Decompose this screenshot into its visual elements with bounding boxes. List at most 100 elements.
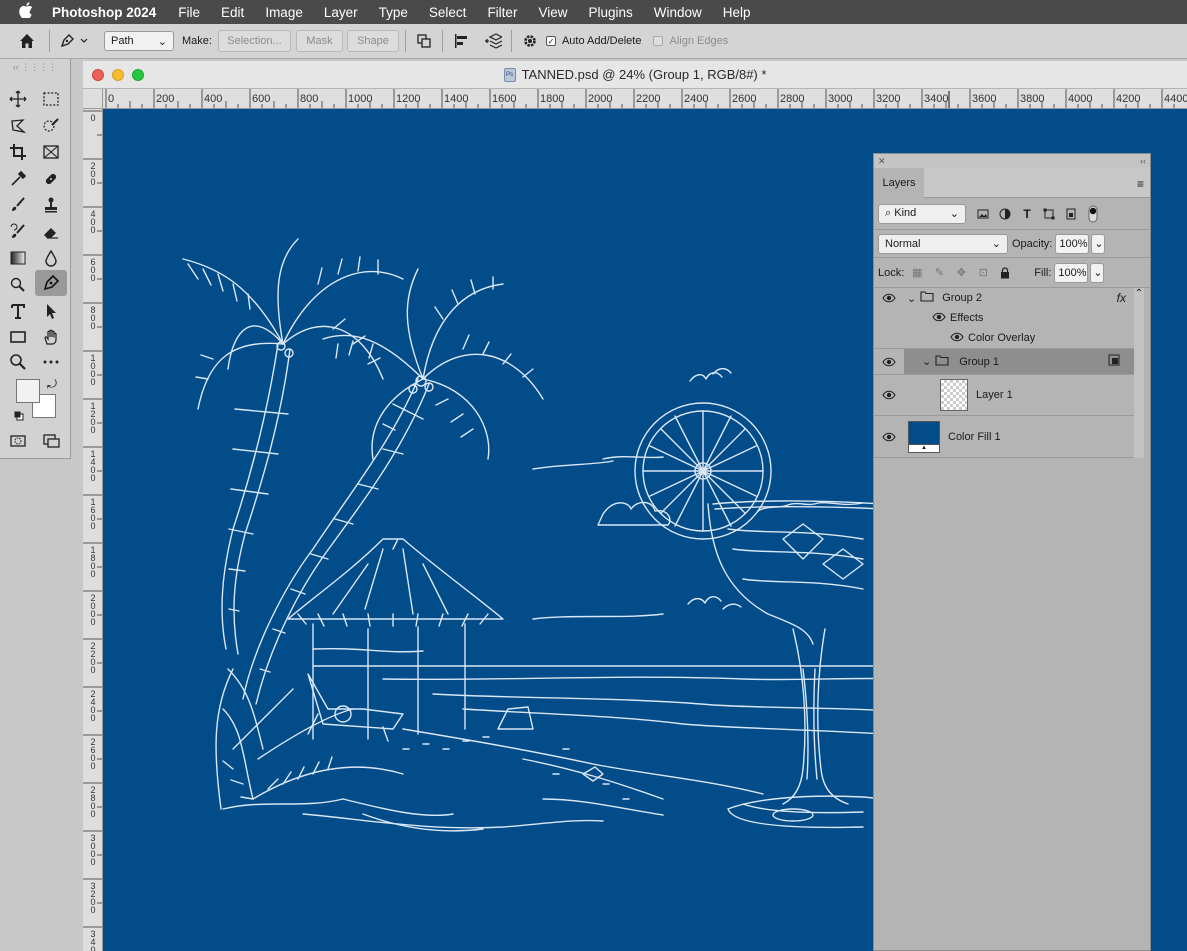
clone-stamp-tool-icon[interactable]	[37, 193, 65, 217]
ruler-h-label: 1600	[492, 93, 517, 105]
menu-file[interactable]: File	[178, 5, 200, 20]
layer-row-group-1[interactable]: ⌄ Group 1	[874, 349, 1134, 375]
ruler-origin[interactable]	[83, 89, 103, 109]
chevron-down-icon[interactable]: ⌄	[907, 292, 916, 305]
apple-icon[interactable]	[0, 2, 52, 22]
pixel-layer-filter-icon[interactable]	[976, 207, 990, 221]
eye-icon[interactable]	[874, 357, 904, 367]
crop-tool-icon[interactable]	[4, 140, 32, 164]
menu-window[interactable]: Window	[654, 5, 702, 20]
move-tool-icon[interactable]	[4, 87, 32, 111]
lock-all-icon[interactable]	[998, 266, 1012, 280]
path-arrangement-icon[interactable]	[481, 29, 505, 53]
lasso-tool-icon[interactable]	[4, 114, 32, 138]
lock-image-pixels-icon[interactable]: ✎	[932, 266, 946, 280]
layer-row-color-overlay[interactable]: Color Overlay	[874, 328, 1134, 349]
layer-row-layer-1[interactable]: Layer 1	[874, 375, 1134, 416]
hand-tool-icon[interactable]	[37, 325, 65, 349]
path-selection-tool-icon[interactable]	[37, 299, 65, 323]
make-mask-button[interactable]: Mask	[295, 30, 343, 52]
tab-layers[interactable]: Layers	[874, 168, 924, 198]
home-icon[interactable]	[15, 29, 39, 53]
fill-dropdown[interactable]: ⌄	[1090, 262, 1105, 283]
close-window-button[interactable]	[92, 69, 104, 81]
eyedropper-tool-icon[interactable]	[4, 167, 32, 191]
zoom-tool-icon[interactable]	[4, 350, 32, 374]
quick-mask-icon[interactable]	[4, 429, 32, 453]
eraser-tool-icon[interactable]	[37, 220, 65, 244]
opacity-input[interactable]: 100%	[1055, 233, 1090, 254]
collapse-panel-icon[interactable]: ‹‹	[1140, 156, 1146, 166]
eye-icon[interactable]	[950, 332, 964, 345]
quick-selection-tool-icon[interactable]	[37, 114, 65, 138]
auto-add-delete-checkbox[interactable]: ✓	[545, 36, 556, 46]
scroll-up-icon[interactable]: ⌃	[1134, 288, 1144, 299]
gradient-tool-icon[interactable]	[4, 246, 32, 270]
menu-plugins[interactable]: Plugins	[588, 5, 632, 20]
menu-help[interactable]: Help	[723, 5, 751, 20]
close-icon[interactable]: ✕	[878, 156, 886, 167]
eye-icon[interactable]	[874, 432, 904, 442]
adjustment-layer-filter-icon[interactable]	[998, 207, 1012, 221]
path-alignment-icon[interactable]	[449, 29, 473, 53]
ruler-v-label: 1 6 0 0	[90, 497, 96, 531]
menu-select[interactable]: Select	[429, 5, 467, 20]
pen-tool-icon[interactable]	[35, 270, 67, 296]
gear-icon[interactable]	[518, 29, 542, 53]
healing-brush-tool-icon[interactable]	[37, 167, 65, 191]
foreground-color-swatch[interactable]	[16, 379, 40, 403]
default-colors-icon[interactable]	[14, 411, 24, 421]
type-tool-icon[interactable]	[4, 299, 32, 323]
layers-scrollbar[interactable]: ⌃	[1134, 288, 1144, 458]
chevron-down-icon[interactable]: ⌄	[922, 355, 931, 368]
ruler-v-label: 1 8 0 0	[90, 545, 96, 579]
app-name[interactable]: Photoshop 2024	[52, 5, 156, 20]
panel-menu-icon[interactable]: ≡	[1137, 177, 1144, 191]
rectangle-tool-icon[interactable]	[4, 325, 32, 349]
make-shape-button[interactable]: Shape	[346, 30, 399, 52]
panel-collapse-icon[interactable]: ‹‹ ⋮⋮⋮⋮	[0, 59, 70, 75]
dodge-tool-icon[interactable]	[4, 272, 32, 296]
brush-tool-icon[interactable]	[4, 193, 32, 217]
lock-artboard-icon[interactable]: ⊡	[976, 266, 990, 280]
screen-mode-icon[interactable]	[37, 429, 65, 453]
type-layer-filter-icon[interactable]: T	[1020, 207, 1034, 221]
lock-position-icon[interactable]: ✥	[954, 266, 968, 280]
zoom-window-button[interactable]	[132, 69, 144, 81]
menu-filter[interactable]: Filter	[487, 5, 517, 20]
eye-icon[interactable]	[874, 293, 904, 303]
blend-mode-select[interactable]: Normal ⌄	[878, 233, 1008, 254]
opacity-dropdown[interactable]: ⌄	[1091, 233, 1106, 254]
fx-icon[interactable]: fx	[1117, 291, 1126, 305]
smart-object-filter-icon[interactable]	[1064, 207, 1078, 221]
layer-row-effects[interactable]: Effects	[874, 308, 1134, 328]
blur-tool-icon[interactable]	[37, 246, 65, 270]
menu-view[interactable]: View	[538, 5, 567, 20]
path-operations-icon[interactable]	[412, 29, 436, 53]
filter-kind-select[interactable]: ⌕ Kind ⌄	[878, 203, 966, 224]
layer-row-group-2[interactable]: ⌄ Group 2 fx	[874, 288, 1134, 308]
menu-image[interactable]: Image	[265, 5, 303, 20]
align-edges-checkbox[interactable]	[653, 36, 664, 46]
horizontal-ruler[interactable]: 0 200 400 600 800 1000 1200 1400 1600 18…	[103, 89, 1187, 109]
mode-select[interactable]: Path ⌄	[104, 31, 174, 51]
filter-toggle-icon[interactable]	[1086, 205, 1100, 222]
lock-transparent-pixels-icon[interactable]: ▦	[910, 266, 924, 280]
marquee-tool-icon[interactable]	[37, 87, 65, 111]
pen-tool-preset-icon[interactable]	[56, 29, 92, 53]
minimize-window-button[interactable]	[112, 69, 124, 81]
shape-layer-filter-icon[interactable]	[1042, 207, 1056, 221]
menu-type[interactable]: Type	[379, 5, 408, 20]
more-tools-icon[interactable]	[37, 350, 65, 374]
make-selection-button[interactable]: Selection...	[217, 30, 291, 52]
vertical-ruler[interactable]: 0 2 0 0 4 0 0 6 0 0 8 0 0 1 0 0 0 1 2 0 …	[83, 109, 103, 951]
swap-colors-icon[interactable]: ⤾	[47, 377, 57, 392]
menu-layer[interactable]: Layer	[324, 5, 358, 20]
fill-input[interactable]: 100%	[1054, 262, 1089, 283]
eye-icon[interactable]	[874, 390, 904, 400]
layer-row-color-fill-1[interactable]: ▲ Color Fill 1	[874, 416, 1134, 458]
eye-icon[interactable]	[932, 312, 946, 325]
history-brush-tool-icon[interactable]	[4, 220, 32, 244]
frame-tool-icon[interactable]	[37, 140, 65, 164]
menu-edit[interactable]: Edit	[221, 5, 244, 20]
